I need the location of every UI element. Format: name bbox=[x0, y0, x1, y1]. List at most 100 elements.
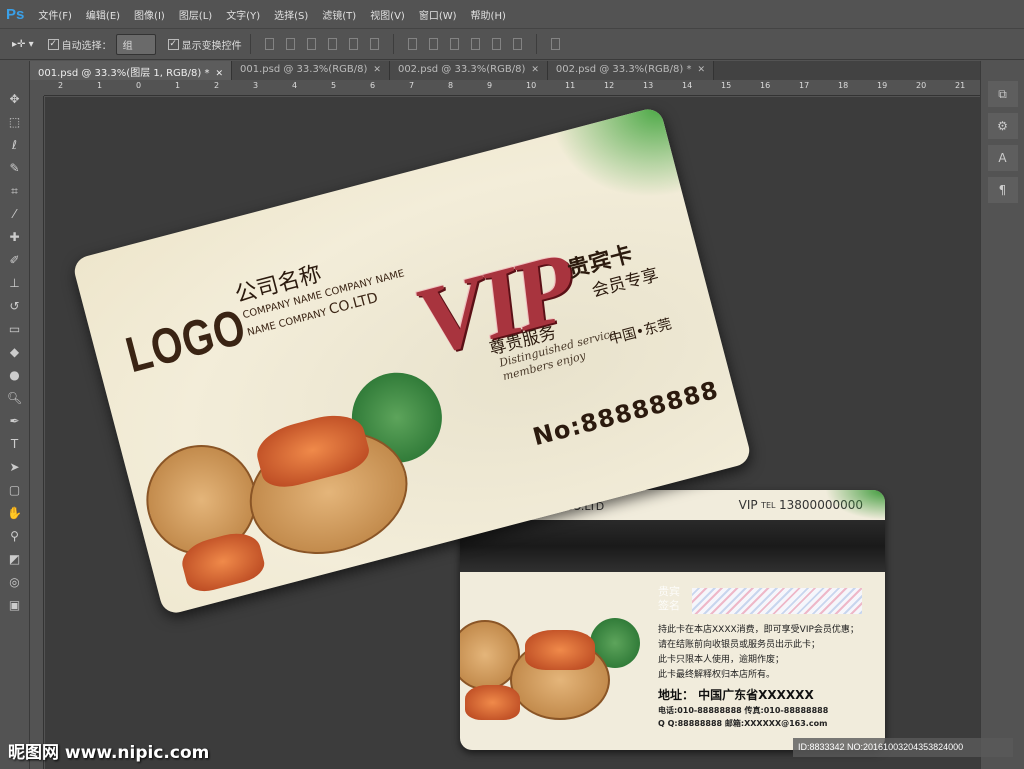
close-icon[interactable]: ✕ bbox=[697, 65, 705, 75]
distribute-right-icon[interactable] bbox=[512, 38, 522, 50]
crop-tool-icon[interactable]: ⌗ bbox=[4, 181, 26, 201]
divider bbox=[249, 34, 251, 54]
distribute-top-icon[interactable] bbox=[407, 38, 417, 50]
ruler-tick-label: 10 bbox=[526, 81, 537, 90]
tel-label: TEL bbox=[761, 500, 776, 510]
menu-bar: Ps 文件(F) 编辑(E) 图像(I) 图层(L) 文字(Y) 选择(S) 滤… bbox=[0, 0, 1024, 28]
menu-filter[interactable]: 滤镜(T) bbox=[322, 7, 356, 22]
tools-panel: ✥ ⬚ ℓ ✎ ⌗ ⁄ ✚ ✐ ⊥ ↺ ▭ ◆ ● 🔍︎ ✒ T ➤ ▢ ✋ ⚲… bbox=[0, 61, 30, 769]
tab-document-3[interactable]: 002.psd @ 33.3%(RGB/8) ✕ bbox=[389, 61, 548, 80]
menu-window[interactable]: 窗口(W) bbox=[419, 7, 457, 22]
eyedropper-tool-icon[interactable]: ⁄ bbox=[4, 204, 26, 224]
phone-fax: 电话:010-88888888 传真:010-88888888 bbox=[658, 706, 829, 715]
crabs-image bbox=[525, 630, 595, 670]
tab-document-2[interactable]: 001.psd @ 33.3%(RGB/8) ✕ bbox=[232, 61, 390, 80]
auto-select-label: 自动选择： bbox=[61, 40, 112, 52]
quick-mask-icon[interactable]: ◎ bbox=[4, 572, 26, 592]
align-bottom-icon[interactable] bbox=[306, 38, 316, 50]
tab-document-1[interactable]: 001.psd @ 33.3%(图层 1, RGB/8) * ✕ bbox=[30, 61, 233, 80]
ruler-tick-label: 2 bbox=[58, 81, 64, 90]
distribute-vcenter-icon[interactable] bbox=[428, 38, 438, 50]
zoom-blur-icon[interactable]: 🔍︎ bbox=[4, 388, 26, 408]
distribute-left-icon[interactable] bbox=[470, 38, 480, 50]
pen-tool-icon[interactable]: ✒ bbox=[4, 411, 26, 431]
tab-label: 001.psd @ 33.3%(图层 1, RGB/8) * bbox=[38, 68, 210, 79]
type-tool-icon[interactable]: T bbox=[4, 434, 26, 454]
bucket-tool-icon[interactable]: ◆ bbox=[4, 342, 26, 362]
dodge-tool-icon[interactable]: ● bbox=[4, 365, 26, 385]
align-left-icon[interactable] bbox=[327, 38, 337, 50]
lasso-tool-icon[interactable]: ℓ bbox=[4, 135, 26, 155]
canvas-area[interactable]: CO.LTD VIP TEL 13800000000 贵宾 签名 持此卡在本店XX… bbox=[45, 97, 980, 769]
distribute-bottom-icon[interactable] bbox=[449, 38, 459, 50]
paragraph-panel-icon[interactable]: ¶ bbox=[987, 177, 1018, 203]
path-select-icon[interactable]: ➤ bbox=[4, 457, 26, 477]
ruler-tick-label: 14 bbox=[682, 81, 693, 90]
ruler-tick-label: 1 bbox=[175, 81, 181, 90]
eraser-tool-icon[interactable]: ▭ bbox=[4, 319, 26, 339]
auto-select-dropdown[interactable]: 组 bbox=[115, 33, 156, 55]
tab-label: 002.psd @ 33.3%(RGB/8) bbox=[397, 64, 526, 75]
ruler-tick-label: 21 bbox=[955, 81, 966, 90]
ruler-tick-label: 4 bbox=[292, 81, 298, 90]
healing-tool-icon[interactable]: ✚ bbox=[4, 227, 26, 247]
menu-type[interactable]: 文字(Y) bbox=[226, 7, 260, 22]
show-transform-label: 显示变换控件 bbox=[181, 40, 242, 52]
align-hcenter-icon[interactable] bbox=[348, 38, 358, 50]
tab-label: 002.psd @ 33.3%(RGB/8) * bbox=[555, 64, 692, 75]
image-id-badge: ID:8833342 NO:20161003204353824000 bbox=[793, 738, 1013, 757]
card-number: No:88888888 bbox=[529, 375, 722, 452]
align-vcenter-icon[interactable] bbox=[285, 38, 295, 50]
show-transform-checkbox[interactable]: ✓ bbox=[167, 38, 179, 50]
brush-tool-icon[interactable]: ✐ bbox=[4, 250, 26, 270]
screen-mode-icon[interactable]: ▣ bbox=[4, 595, 26, 615]
ruler-tick-label: 19 bbox=[877, 81, 888, 90]
menu-image[interactable]: 图像(I) bbox=[134, 7, 165, 22]
horizontal-ruler[interactable]: 2 1 0 1 2 3 4 5 6 7 8 9 10 11 12 13 14 15 16 17 18 19 20 21 bbox=[44, 80, 980, 96]
contact-info: 电话:010-88888888 传真:010-88888888 Q Q:8888… bbox=[658, 704, 828, 730]
menu-select[interactable]: 选择(S) bbox=[274, 7, 308, 22]
character-panel-icon[interactable]: A bbox=[987, 145, 1018, 171]
ruler-tick-label: 1 bbox=[97, 81, 103, 90]
close-icon[interactable]: ✕ bbox=[531, 65, 539, 75]
signature-label-1: 贵宾 bbox=[658, 585, 680, 598]
bamboo-decoration bbox=[825, 490, 885, 520]
ruler-tick-label: 6 bbox=[370, 81, 376, 90]
history-panel-icon[interactable]: ⧉ bbox=[987, 81, 1018, 107]
signature-panel bbox=[692, 588, 862, 614]
properties-panel-icon[interactable]: ⚙ bbox=[987, 113, 1018, 139]
menu-file[interactable]: 文件(F) bbox=[38, 7, 72, 22]
ruler-tick-label: 16 bbox=[760, 81, 771, 90]
close-icon[interactable]: ✕ bbox=[215, 69, 223, 79]
move-tool-icon[interactable]: ✥ bbox=[4, 89, 26, 109]
shape-tool-icon[interactable]: ▢ bbox=[4, 480, 26, 500]
quick-select-tool-icon[interactable]: ✎ bbox=[4, 158, 26, 178]
marquee-tool-icon[interactable]: ⬚ bbox=[4, 112, 26, 132]
qq-email: Q Q:88888888 邮箱:XXXXXX@163.com bbox=[658, 719, 828, 728]
card-rules: 持此卡在本店XXXX消费，即可享受VIP会员优惠； 请在结账前向收银员或服务员出… bbox=[658, 623, 859, 683]
close-icon[interactable]: ✕ bbox=[373, 65, 381, 75]
align-right-icon[interactable] bbox=[369, 38, 379, 50]
align-top-icon[interactable] bbox=[264, 38, 274, 50]
ruler-tick-label: 8 bbox=[448, 81, 454, 90]
stamp-tool-icon[interactable]: ⊥ bbox=[4, 273, 26, 293]
tab-document-4[interactable]: 002.psd @ 33.3%(RGB/8) * ✕ bbox=[547, 61, 715, 80]
auto-align-icon[interactable] bbox=[550, 38, 560, 50]
menu-edit[interactable]: 编辑(E) bbox=[86, 7, 120, 22]
ruler-tick-label: 11 bbox=[565, 81, 576, 90]
auto-select-checkbox[interactable]: ✓ bbox=[47, 38, 59, 50]
photoshop-logo: Ps bbox=[6, 5, 25, 23]
zoom-tool-icon[interactable]: ⚲ bbox=[4, 526, 26, 546]
color-swatches-icon[interactable]: ◩ bbox=[4, 549, 26, 569]
ruler-tick-label: 20 bbox=[916, 81, 927, 90]
divider bbox=[392, 34, 394, 54]
menu-layer[interactable]: 图层(L) bbox=[179, 7, 212, 22]
vertical-ruler[interactable] bbox=[30, 96, 44, 769]
menu-help[interactable]: 帮助(H) bbox=[471, 7, 506, 22]
distribute-hcenter-icon[interactable] bbox=[491, 38, 501, 50]
menu-view[interactable]: 视图(V) bbox=[370, 7, 405, 22]
right-panel-dock: ⧉ ⚙ A ¶ bbox=[980, 61, 1024, 769]
move-tool-icon[interactable]: ▸✛ ▾ bbox=[12, 39, 34, 50]
hand-tool-icon[interactable]: ✋ bbox=[4, 503, 26, 523]
history-brush-icon[interactable]: ↺ bbox=[4, 296, 26, 316]
